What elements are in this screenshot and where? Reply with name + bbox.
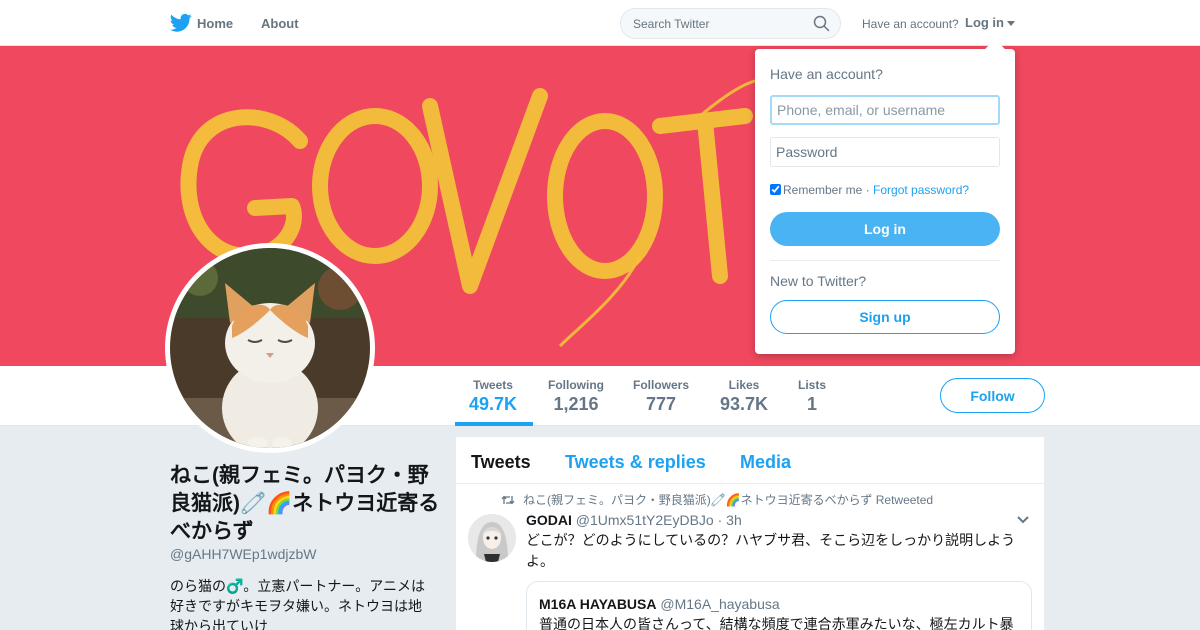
login-dropdown: Have an account? Remember me · Forgot pa… [755,39,1015,354]
tab-tweets-replies[interactable]: Tweets & replies [565,452,706,473]
stat-following-label: Following [548,378,604,392]
avatar-photo [170,248,370,448]
retweet-context-text[interactable]: ねこ(親フェミ。パヨク・野良猫派)🧷🌈ネトウヨ近寄るべからず Retweeted [523,493,933,507]
stat-followers-value: 777 [645,394,677,414]
chevron-down-icon[interactable] [1016,515,1030,525]
nav-home-link[interactable]: Home [197,16,233,31]
remember-row: Remember me · Forgot password? [770,183,969,197]
stat-likes-label: Likes [728,378,760,392]
login-dropdown-title: Have an account? [770,66,883,82]
search-icon[interactable] [813,15,830,32]
twitter-bird-icon[interactable] [170,13,192,33]
tab-media[interactable]: Media [740,452,791,473]
username-field[interactable] [770,95,1000,125]
forgot-password-link[interactable]: Forgot password? [873,183,969,197]
tweet-text: どこが？どのようにしているの？ハヤブサ君、そこら辺をしっかり説明しようよ。 [526,532,1016,569]
stat-likes[interactable]: Likes 93.7K [720,378,768,415]
quoted-tweet-header: M16A HAYABUSA @M16A_hayabusa [539,596,780,612]
profile-name: ねこ(親フェミ。パヨク・野良猫派)🧷🌈ネトウヨ近寄るべからず [170,464,440,543]
tweet-header: GODAI @1Umx51tY2EyDBJo · 3h [526,512,742,528]
timeline-tabs: Tweets Tweets & replies Media [456,437,1044,484]
stat-tweets-value: 49.7K [469,394,518,414]
tweet-author-handle[interactable]: @1Umx51tY2EyDBJo [576,512,714,528]
stat-lists-value: 1 [807,394,818,414]
remember-me-checkbox[interactable] [770,184,781,195]
login-label: Log in [965,15,1004,30]
tab-tweets[interactable]: Tweets [471,452,531,473]
dropdown-divider [770,260,1000,261]
search-input[interactable] [633,9,813,38]
profile-handle[interactable]: @gAHH7WEp1wdjzbW [170,546,316,562]
login-button[interactable]: Log in [770,212,1000,246]
stat-likes-value: 93.7K [720,394,769,414]
stat-followers-label: Followers [633,378,690,392]
quoted-author-handle: @M16A_hayabusa [660,596,780,612]
stat-lists-label: Lists [798,378,827,392]
anime-avatar-image [468,514,516,562]
login-dropdown-toggle[interactable]: Log in [965,15,1015,30]
follow-button[interactable]: Follow [940,378,1045,413]
profile-avatar[interactable] [165,243,375,453]
timeline: Tweets Tweets & replies Media ねこ(親フェミ。パヨ… [456,437,1044,630]
remember-separator: · [862,183,874,197]
search-box [620,8,841,39]
active-stat-indicator [455,422,533,426]
nav-about-link[interactable]: About [261,16,299,31]
stat-lists[interactable]: Lists 1 [798,378,826,415]
quoted-tweet-text: 普通の日本人の皆さんって、結構な頻度で連合赤軍みたいな、極左カルト暴 [539,616,1014,630]
caret-down-icon [1007,21,1015,27]
remember-me-label[interactable]: Remember me [783,183,862,197]
retweet-icon [501,495,515,505]
stat-followers[interactable]: Followers 777 [633,378,689,415]
profile-bio: のら猫の♂️。立憲パートナー。アニメは好きですがキモヲタ嫌い。ネトウヨは地球から… [170,578,426,630]
have-account-text: Have an account? [862,17,959,31]
quoted-tweet[interactable]: M16A HAYABUSA @M16A_hayabusa 普通の日本人の皆さんっ… [526,581,1032,630]
tweet-timestamp[interactable]: · 3h [718,512,742,528]
new-to-twitter-text: New to Twitter? [770,273,867,289]
stat-tweets[interactable]: Tweets 49.7K [469,378,517,415]
password-field[interactable] [770,137,1000,167]
stat-tweets-label: Tweets [473,378,513,392]
tweet-author-avatar[interactable] [468,514,516,562]
stat-following-value: 1,216 [553,394,599,414]
retweet-context: ねこ(親フェミ。パヨク・野良猫派)🧷🌈ネトウヨ近寄るべからず Retweeted [501,491,933,508]
tweet-author-name[interactable]: GODAI [526,512,572,528]
signup-button[interactable]: Sign up [770,300,1000,334]
quoted-author-name: M16A HAYABUSA [539,596,657,612]
stat-following[interactable]: Following 1,216 [548,378,604,415]
cat-photo [170,248,370,448]
top-nav: Home About Have an account? Log in [0,0,1200,46]
